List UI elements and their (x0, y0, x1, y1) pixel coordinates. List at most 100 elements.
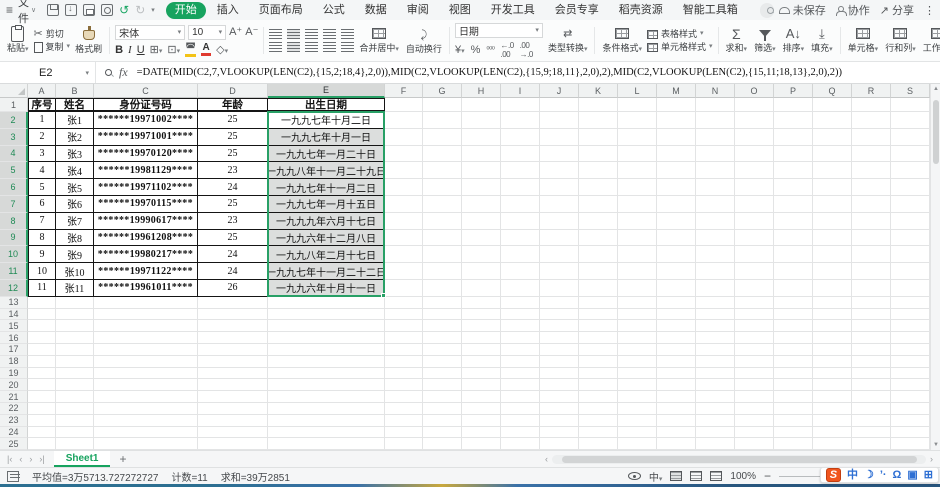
cell-Q19[interactable] (813, 368, 852, 380)
cell-M6[interactable] (657, 179, 696, 196)
cell-A4[interactable]: 3 (28, 146, 56, 163)
cell-S17[interactable] (891, 344, 930, 356)
cell-E14[interactable] (268, 309, 385, 321)
row-header-20[interactable]: 20 (0, 379, 28, 391)
cell-G18[interactable] (423, 356, 462, 368)
cell-F21[interactable] (385, 391, 423, 403)
align-center-icon[interactable] (287, 42, 300, 52)
cell-J6[interactable] (540, 179, 579, 196)
cell-D1[interactable]: 年龄 (198, 98, 268, 112)
cell-E13[interactable] (268, 297, 385, 309)
cell-S5[interactable] (891, 162, 930, 179)
print-preview-icon[interactable] (101, 4, 113, 16)
sum-button[interactable]: Σ 求和▾ (724, 26, 750, 55)
cell-M7[interactable] (657, 196, 696, 213)
cell-A21[interactable] (28, 391, 56, 403)
cell-F20[interactable] (385, 379, 423, 391)
font-name-select[interactable]: 宋体▾ (115, 25, 185, 40)
cell-B16[interactable] (56, 332, 94, 344)
cell-I5[interactable] (501, 162, 540, 179)
cell-Q25[interactable] (813, 438, 852, 450)
cell-O22[interactable] (735, 403, 774, 415)
cell-M23[interactable] (657, 415, 696, 427)
cell-P2[interactable] (774, 112, 813, 129)
cell-F3[interactable] (385, 129, 423, 146)
cell-A10[interactable]: 9 (28, 246, 56, 263)
cell-J20[interactable] (540, 379, 579, 391)
cell-P19[interactable] (774, 368, 813, 380)
cell-L19[interactable] (618, 368, 657, 380)
cell-M5[interactable] (657, 162, 696, 179)
cell-L10[interactable] (618, 246, 657, 263)
cell-Q6[interactable] (813, 179, 852, 196)
row-header-3[interactable]: 3 (0, 129, 28, 146)
collaborate-button[interactable]: 协作 (836, 2, 870, 18)
column-header-K[interactable]: K (579, 84, 618, 98)
cell-P15[interactable] (774, 320, 813, 332)
cell-D3[interactable]: 25 (198, 129, 268, 146)
column-header-L[interactable]: L (618, 84, 657, 98)
cut-button[interactable]: ✂剪切 (34, 29, 71, 39)
cell-O10[interactable] (735, 246, 774, 263)
cell-A24[interactable] (28, 427, 56, 439)
cell-R17[interactable] (852, 344, 891, 356)
cell-K17[interactable] (579, 344, 618, 356)
horizontal-scrollbar[interactable]: ‹ › (543, 454, 935, 464)
cell-R20[interactable] (852, 379, 891, 391)
cell-A15[interactable] (28, 320, 56, 332)
cell-E21[interactable] (268, 391, 385, 403)
cell-I1[interactable] (501, 98, 540, 112)
cell-H21[interactable] (462, 391, 501, 403)
filter-button[interactable]: 筛选▾ (752, 26, 778, 55)
cell-I20[interactable] (501, 379, 540, 391)
cell-S14[interactable] (891, 309, 930, 321)
command-search[interactable]: 查找命令、搜索模板 (760, 3, 774, 18)
row-header-14[interactable]: 14 (0, 309, 28, 321)
cell-F18[interactable] (385, 356, 423, 368)
cell-S15[interactable] (891, 320, 930, 332)
cell-O16[interactable] (735, 332, 774, 344)
cell-Q14[interactable] (813, 309, 852, 321)
cell-E25[interactable] (268, 438, 385, 450)
cell-E22[interactable] (268, 403, 385, 415)
cell-H2[interactable] (462, 112, 501, 129)
cell-A11[interactable]: 10 (28, 263, 56, 280)
cell-C21[interactable] (94, 391, 198, 403)
cell-Q1[interactable] (813, 98, 852, 112)
prev-sheet-icon[interactable]: ‹ (17, 454, 24, 464)
cell-style-button[interactable]: 单元格样式▾ (647, 42, 713, 52)
cell-B17[interactable] (56, 344, 94, 356)
cell-I14[interactable] (501, 309, 540, 321)
ime-halfwidth-icon[interactable]: ☽ (864, 468, 874, 482)
cell-E11[interactable]: 一九九七年十一月二十二日 (268, 263, 385, 280)
cell-R11[interactable] (852, 263, 891, 280)
cell-K11[interactable] (579, 263, 618, 280)
cell-A23[interactable] (28, 415, 56, 427)
page-layout-view-icon[interactable] (710, 471, 722, 481)
cells-button[interactable]: 单元格▾ (846, 26, 881, 55)
format-painter-button[interactable]: 格式刷 (73, 27, 104, 54)
cell-J4[interactable] (540, 146, 579, 163)
insert-function-icon[interactable]: fx (119, 65, 128, 80)
row-header-23[interactable]: 23 (0, 415, 28, 427)
cell-N14[interactable] (696, 309, 735, 321)
cell-D14[interactable] (198, 309, 268, 321)
cell-M19[interactable] (657, 368, 696, 380)
page-break-view-icon[interactable] (690, 471, 702, 481)
vertical-scrollbar[interactable]: ▲ ▼ (930, 84, 940, 450)
cell-N12[interactable] (696, 280, 735, 297)
clear-format-icon[interactable]: ◇▾ (216, 43, 228, 56)
cell-Q17[interactable] (813, 344, 852, 356)
row-header-8[interactable]: 8 (0, 213, 28, 230)
ime-toolbox-icon[interactable]: ⊞ (924, 468, 933, 482)
cell-J21[interactable] (540, 391, 579, 403)
increase-indent-icon[interactable] (341, 29, 354, 39)
cell-S1[interactable] (891, 98, 930, 112)
cell-N16[interactable] (696, 332, 735, 344)
cell-O21[interactable] (735, 391, 774, 403)
select-all-corner[interactable] (0, 84, 28, 98)
cell-I17[interactable] (501, 344, 540, 356)
align-left-icon[interactable] (269, 42, 282, 52)
worksheet-button[interactable]: 工作表▾ (921, 26, 940, 55)
cell-H24[interactable] (462, 427, 501, 439)
